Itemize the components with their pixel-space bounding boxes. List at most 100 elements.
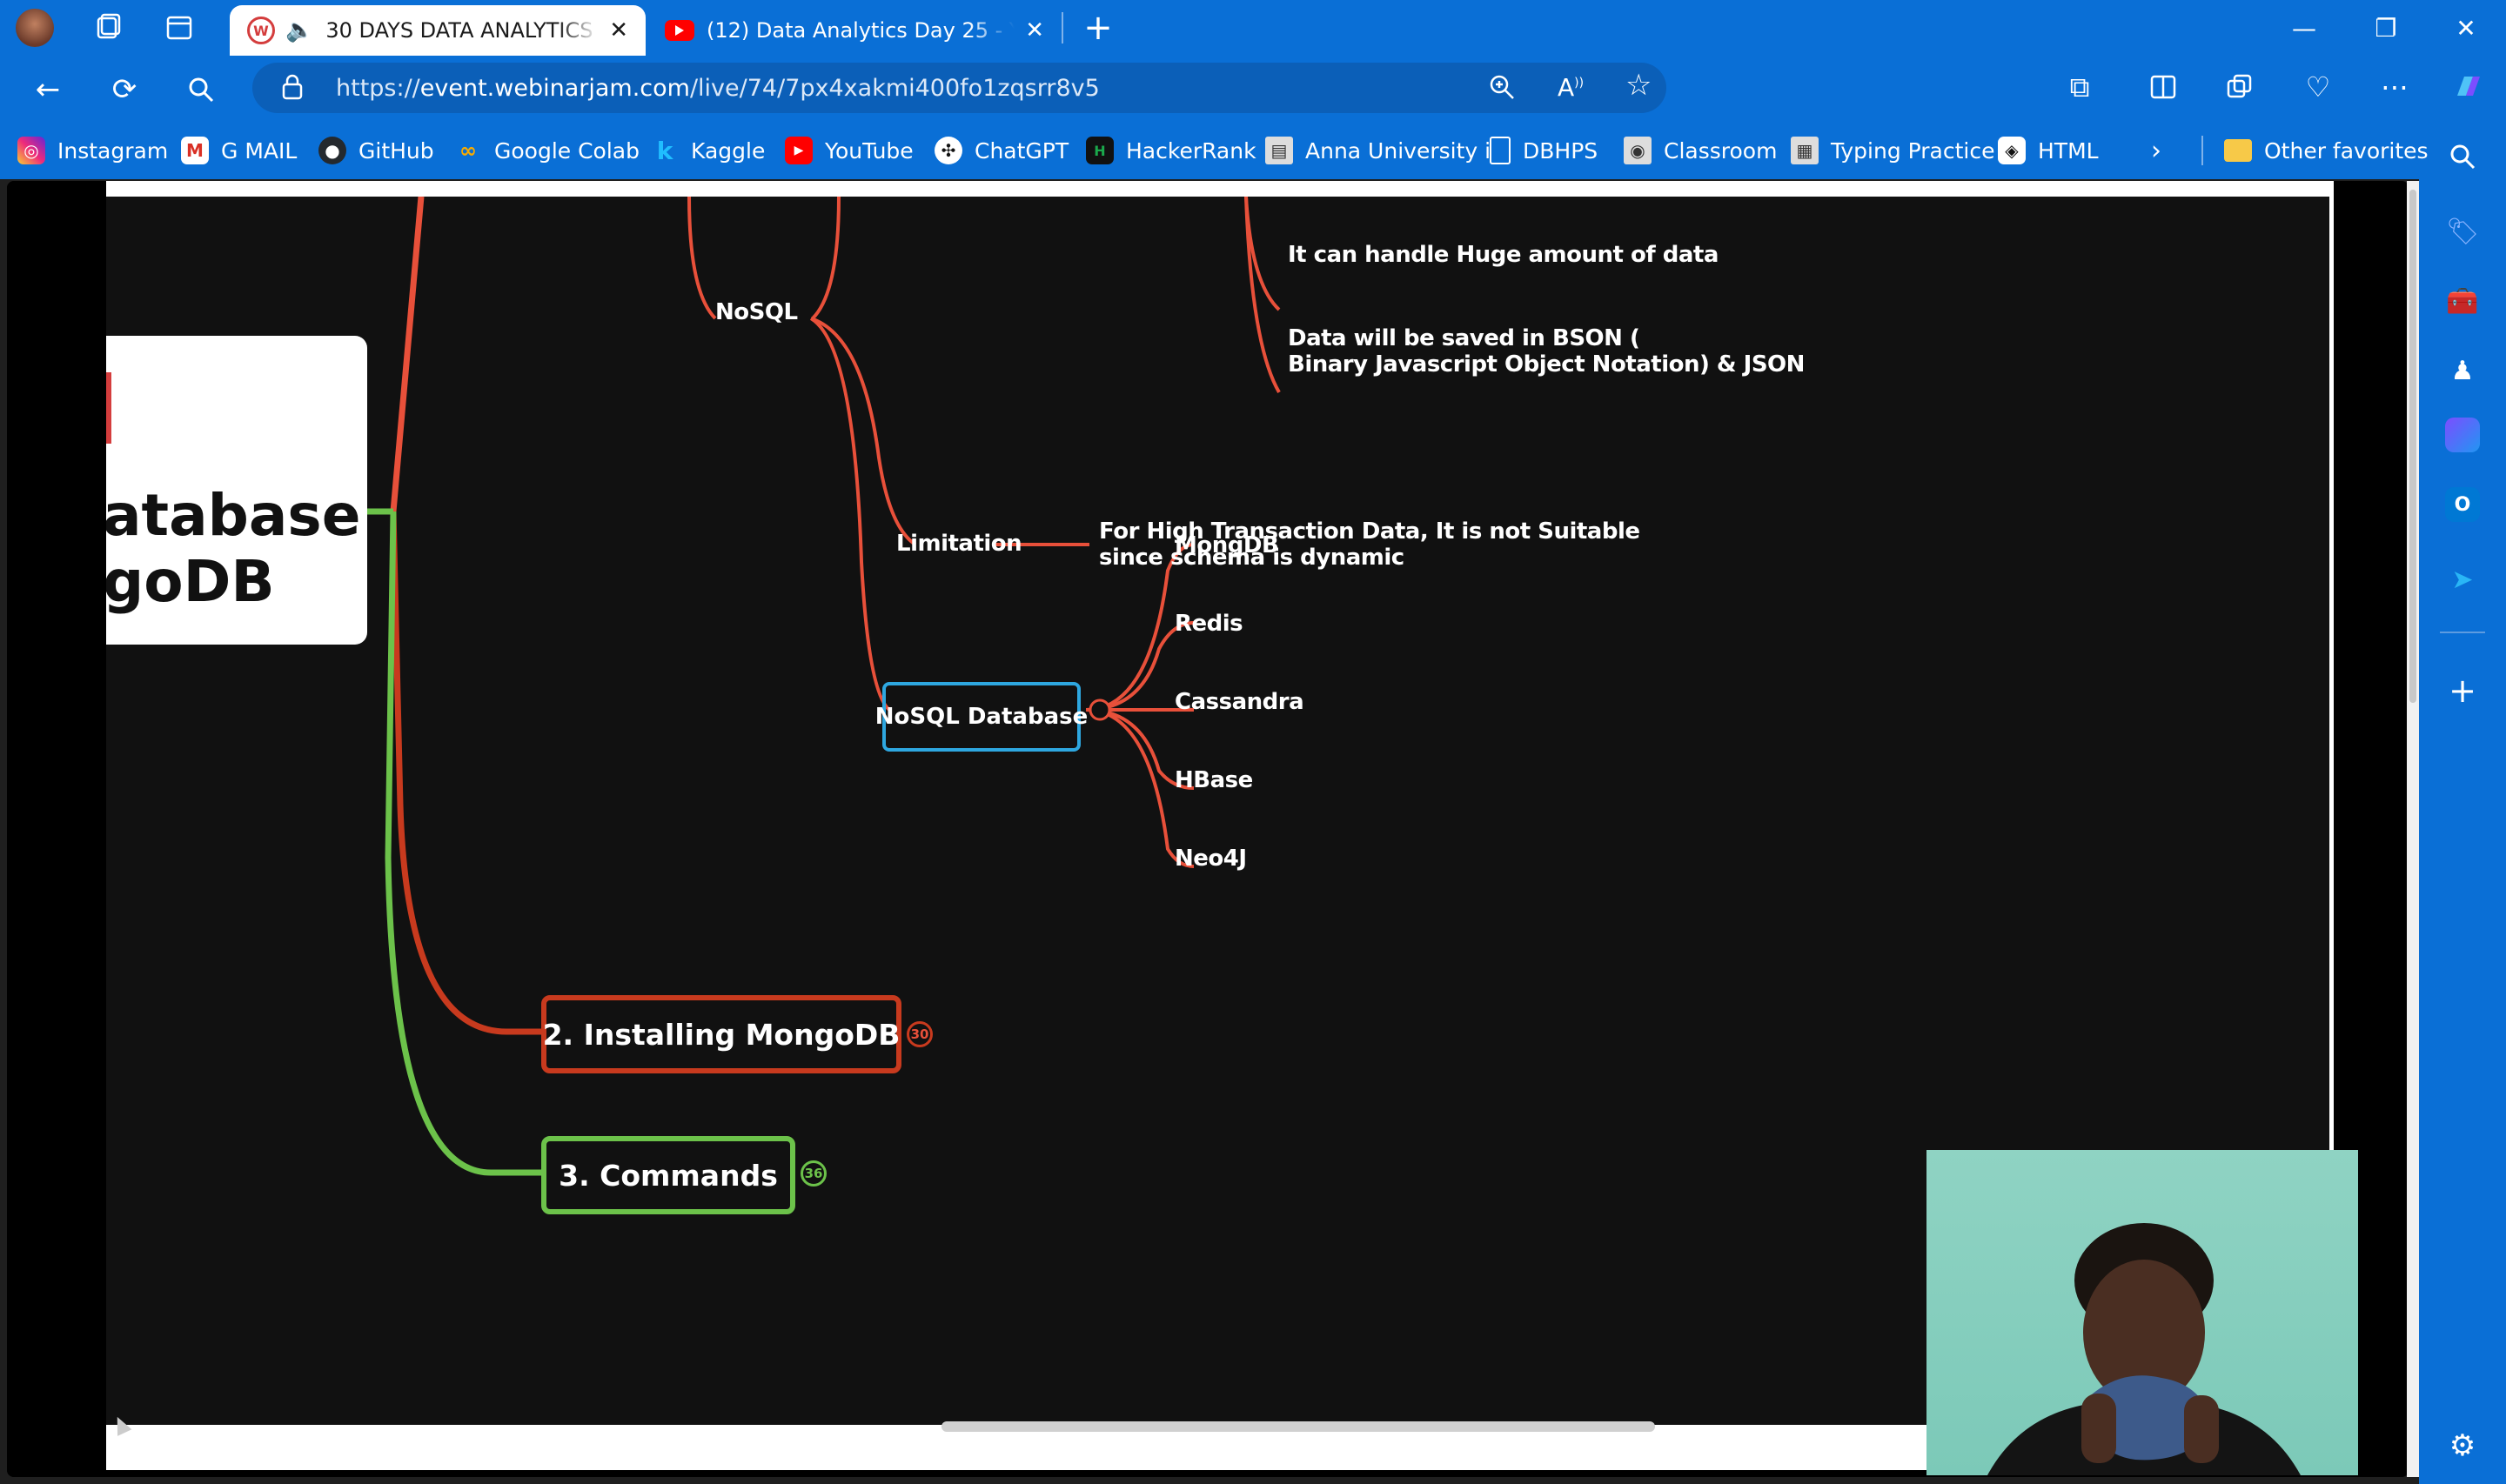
youtube-icon: ▶ [785,137,813,164]
search-icon[interactable] [179,68,223,111]
new-tab-button[interactable]: + [1079,8,1117,48]
close-window-button[interactable]: ✕ [2426,0,2506,56]
node-nosql-database-label: NoSQL Database [874,704,1089,730]
favorite-hackerrank[interactable]: H HackerRank [1086,130,1256,170]
colab-icon: ∞ [459,138,477,163]
more-menu-icon[interactable]: ⋯ [2375,68,2414,106]
url-path: /live/74/7px4xakmi400fo1zqsrr8v5 [689,74,1100,102]
favorite-chatgpt[interactable]: ✣ ChatGPT [935,130,1069,170]
github-icon: ● [318,137,346,164]
favorite-dbhps[interactable]: DBHPS [1490,130,1598,170]
hackerrank-icon: H [1086,137,1114,164]
node-hbase: HBase [1175,767,1253,793]
favorite-github[interactable]: ● GitHub [318,130,434,170]
webinarjam-icon: W [247,17,275,44]
favorite-youtube[interactable]: ▶ YouTube [785,130,914,170]
node-nosql: NoSQL [715,299,798,325]
lock-icon[interactable] [280,73,305,108]
node-mongdb: MongDB [1175,532,1279,558]
restore-button[interactable]: ❐ [2346,0,2426,56]
add-icon[interactable]: + [2440,668,2485,713]
node-bson-line-1: Data will be saved in BSON ( [1288,325,1640,351]
close-tab-icon[interactable]: ✕ [609,17,628,43]
node-installing-label: 2. Installing MongoDB [542,1017,901,1052]
split-screen-icon[interactable] [2144,68,2182,106]
favorite-kaggle[interactable]: k Kaggle [651,130,766,170]
vertical-scrollbar[interactable] [2407,181,2419,1477]
node-limitation: Limitation [896,531,1022,557]
url-host: event.webinarjam.com [419,74,690,102]
tools-icon[interactable]: 🧰 [2440,278,2485,324]
microsoft-365-icon[interactable] [2445,418,2480,452]
back-button[interactable]: ← [26,68,70,111]
presenter-figure [1987,1223,2301,1475]
tab-webinar[interactable]: W 🔈 30 DAYS DATA ANALYTICS MASTERCLASS ✕ [230,5,646,56]
favorites-bar: ◎ Instagram MG MAIL ● GitHub ∞ Google Colab… [0,122,2506,179]
settings-gear-icon[interactable]: ⚙ [2440,1423,2485,1468]
minimize-button[interactable]: — [2264,0,2344,56]
refresh-button[interactable]: ⟳ [103,68,146,111]
folder-icon [2224,139,2252,162]
collections-icon[interactable] [2221,68,2259,106]
url-scheme: https:// [336,74,420,102]
navigation-bar: ← ⟳ https://event.webinarjam.com/live/74… [0,56,2506,122]
horizontal-scrollbar[interactable] [941,1421,1655,1432]
outlook-icon[interactable]: O [2445,487,2480,522]
address-bar[interactable]: https://event.webinarjam.com/live/74/7px… [252,63,1666,113]
workspaces-icon[interactable] [89,9,127,47]
edge-sidebar: 🏷 🧰 ♟ O ➤ + ⚙ [2419,144,2506,1484]
extensions-icon[interactable]: ⧉ [2060,68,2099,106]
classroom-icon: ◉ [1624,137,1652,164]
scrollbar-thumb[interactable] [2409,190,2416,703]
gmail-icon: M [181,137,209,164]
favorite-typing-practice[interactable]: ▦ Typing Practice [1791,130,1995,170]
favorites-divider [2201,136,2203,165]
profile-avatar[interactable] [16,9,54,47]
tab-youtube[interactable]: (12) Data Analytics Day 25 - YouTube ✕ [647,5,1062,56]
tab-title: (12) Data Analytics Day 25 - YouTube [707,18,1015,43]
instagram-icon: ◎ [17,137,45,164]
speaker-icon[interactable]: 🔈 [285,17,313,43]
title-bar: W 🔈 30 DAYS DATA ANALYTICS MASTERCLASS ✕… [0,0,2506,56]
telegram-icon[interactable]: ➤ [2440,557,2485,602]
page-icon: ▤ [1265,137,1293,164]
page-icon: ▦ [1791,137,1819,164]
node-nosql-database: NoSQL Database [875,682,1088,752]
topic-title-line-2: goDB [106,548,275,615]
tab-divider [1062,12,1063,43]
search-icon[interactable] [2440,134,2485,179]
favorite-instagram[interactable]: ◎ Instagram [17,130,168,170]
node-huge-data: It can handle Huge amount of data [1288,242,1719,268]
favorite-anna-university[interactable]: ▤ Anna University i [1265,130,1491,170]
tab-actions-icon[interactable] [160,9,198,47]
installing-count-badge: 30 [907,1021,933,1047]
favorite-star-icon[interactable]: ☆ [1625,68,1652,103]
commands-count-badge: 36 [801,1160,827,1187]
node-commands-label: 3. Commands [559,1158,778,1193]
node-installing-mongodb: 2. Installing MongoDB [541,995,901,1073]
zoom-icon[interactable] [1488,73,1516,108]
chatgpt-icon: ✣ [935,137,962,164]
codepen-icon: ◈ [1998,137,2026,164]
node-neo4j: Neo4J [1175,846,1247,872]
close-tab-icon[interactable]: ✕ [1025,17,1044,43]
browser-essentials-icon[interactable]: ♡ [2299,68,2337,106]
favorite-gmail[interactable]: MG MAIL [181,130,297,170]
tab-title: 30 DAYS DATA ANALYTICS MASTERCLASS [325,18,599,43]
topic-title-line-1: atabase [106,482,361,549]
node-commands: 3. Commands [541,1136,795,1214]
node-redis: Redis [1175,611,1243,637]
page-icon [1490,137,1511,164]
chevron-right-icon[interactable]: › [2151,130,2161,170]
shopping-tag-icon[interactable]: 🏷 [2440,209,2485,254]
youtube-icon [665,20,694,41]
favorite-classroom[interactable]: ◉ Classroom [1624,130,1777,170]
left-black-bar [7,181,106,1477]
games-icon[interactable]: ♟ [2440,348,2485,393]
read-aloud-icon[interactable]: A)) [1558,73,1584,102]
presenter-webcam [1926,1150,2358,1475]
favorite-google-colab[interactable]: ∞ Google Colab [454,130,640,170]
other-favorites[interactable]: Other favorites [2224,130,2429,170]
copilot-icon[interactable] [2449,68,2487,106]
favorite-html[interactable]: ◈ HTML [1998,130,2099,170]
